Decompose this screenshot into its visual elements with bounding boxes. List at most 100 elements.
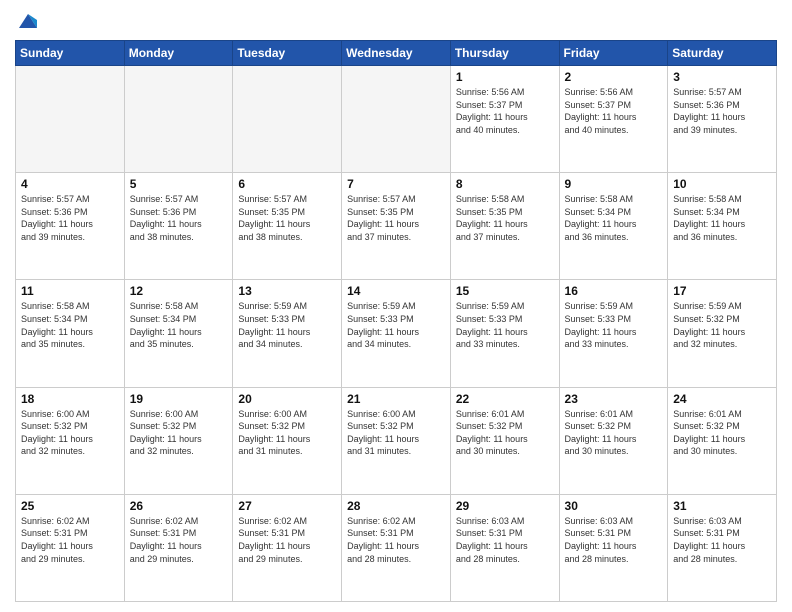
calendar-cell: 3 Sunrise: 5:57 AM Sunset: 5:36 PM Daylig…	[668, 66, 777, 173]
calendar-cell: 24 Sunrise: 6:01 AM Sunset: 5:32 PM Dayli…	[668, 387, 777, 494]
day-info: Sunrise: 6:00 AM Sunset: 5:32 PM Dayligh…	[130, 408, 228, 458]
day-info: Sunrise: 6:00 AM Sunset: 5:32 PM Dayligh…	[238, 408, 336, 458]
day-info: Sunrise: 6:03 AM Sunset: 5:31 PM Dayligh…	[565, 515, 663, 565]
day-info: Sunrise: 6:01 AM Sunset: 5:32 PM Dayligh…	[673, 408, 771, 458]
calendar-cell: 23 Sunrise: 6:01 AM Sunset: 5:32 PM Dayli…	[559, 387, 668, 494]
day-number: 10	[673, 177, 771, 191]
day-info: Sunrise: 6:02 AM Sunset: 5:31 PM Dayligh…	[238, 515, 336, 565]
calendar-week-1: 1 Sunrise: 5:56 AM Sunset: 5:37 PM Daylig…	[16, 66, 777, 173]
day-number: 27	[238, 499, 336, 513]
calendar-cell	[16, 66, 125, 173]
day-info: Sunrise: 5:58 AM Sunset: 5:34 PM Dayligh…	[21, 300, 119, 350]
day-number: 7	[347, 177, 445, 191]
day-info: Sunrise: 5:59 AM Sunset: 5:33 PM Dayligh…	[347, 300, 445, 350]
col-header-tuesday: Tuesday	[233, 41, 342, 66]
calendar-cell	[233, 66, 342, 173]
day-info: Sunrise: 5:57 AM Sunset: 5:35 PM Dayligh…	[347, 193, 445, 243]
col-header-saturday: Saturday	[668, 41, 777, 66]
calendar-cell: 9Sunrise: 5:58 AM Sunset: 5:34 PM Daylig…	[559, 173, 668, 280]
day-info: Sunrise: 5:59 AM Sunset: 5:33 PM Dayligh…	[565, 300, 663, 350]
day-number: 8	[456, 177, 554, 191]
calendar-cell: 5Sunrise: 5:57 AM Sunset: 5:36 PM Daylig…	[124, 173, 233, 280]
day-number: 23	[565, 392, 663, 406]
day-info: Sunrise: 6:01 AM Sunset: 5:32 PM Dayligh…	[565, 408, 663, 458]
day-number: 11	[21, 284, 119, 298]
day-info: Sunrise: 6:00 AM Sunset: 5:32 PM Dayligh…	[347, 408, 445, 458]
logo-icon	[17, 10, 39, 32]
calendar-cell: 20 Sunrise: 6:00 AM Sunset: 5:32 PM Dayli…	[233, 387, 342, 494]
calendar-cell	[124, 66, 233, 173]
day-number: 24	[673, 392, 771, 406]
header	[15, 10, 777, 32]
col-header-monday: Monday	[124, 41, 233, 66]
page: SundayMondayTuesdayWednesdayThursdayFrid…	[0, 0, 792, 612]
day-number: 6	[238, 177, 336, 191]
day-number: 30	[565, 499, 663, 513]
day-info: Sunrise: 5:59 AM Sunset: 5:33 PM Dayligh…	[238, 300, 336, 350]
calendar-cell: 16 Sunrise: 5:59 AM Sunset: 5:33 PM Dayli…	[559, 280, 668, 387]
day-info: Sunrise: 6:00 AM Sunset: 5:32 PM Dayligh…	[21, 408, 119, 458]
calendar-cell: 8 Sunrise: 5:58 AM Sunset: 5:35 PM Daylig…	[450, 173, 559, 280]
calendar-cell: 13 Sunrise: 5:59 AM Sunset: 5:33 PM Dayli…	[233, 280, 342, 387]
day-number: 20	[238, 392, 336, 406]
day-info: Sunrise: 6:02 AM Sunset: 5:31 PM Dayligh…	[130, 515, 228, 565]
calendar-week-4: 18 Sunrise: 6:00 AM Sunset: 5:32 PM Dayli…	[16, 387, 777, 494]
day-info: Sunrise: 6:02 AM Sunset: 5:31 PM Dayligh…	[21, 515, 119, 565]
day-number: 21	[347, 392, 445, 406]
calendar-week-3: 11 Sunrise: 5:58 AM Sunset: 5:34 PM Dayli…	[16, 280, 777, 387]
col-header-friday: Friday	[559, 41, 668, 66]
day-info: Sunrise: 5:58 AM Sunset: 5:34 PM Dayligh…	[130, 300, 228, 350]
calendar-cell: 26 Sunrise: 6:02 AM Sunset: 5:31 PM Dayli…	[124, 494, 233, 601]
day-info: Sunrise: 5:57 AM Sunset: 5:35 PM Dayligh…	[238, 193, 336, 243]
day-number: 3	[673, 70, 771, 84]
day-number: 15	[456, 284, 554, 298]
logo	[15, 10, 39, 32]
day-number: 16	[565, 284, 663, 298]
day-number: 1	[456, 70, 554, 84]
day-info: Sunrise: 5:58 AM Sunset: 5:34 PM Dayligh…	[565, 193, 663, 243]
col-header-sunday: Sunday	[16, 41, 125, 66]
day-info: Sunrise: 5:57 AM Sunset: 5:36 PM Dayligh…	[21, 193, 119, 243]
calendar-cell: 17Sunrise: 5:59 AM Sunset: 5:32 PM Dayli…	[668, 280, 777, 387]
day-number: 2	[565, 70, 663, 84]
calendar-cell: 19 Sunrise: 6:00 AM Sunset: 5:32 PM Dayli…	[124, 387, 233, 494]
calendar-cell: 31Sunrise: 6:03 AM Sunset: 5:31 PM Dayli…	[668, 494, 777, 601]
day-info: Sunrise: 5:58 AM Sunset: 5:34 PM Dayligh…	[673, 193, 771, 243]
calendar-header-row: SundayMondayTuesdayWednesdayThursdayFrid…	[16, 41, 777, 66]
calendar-cell: 18 Sunrise: 6:00 AM Sunset: 5:32 PM Dayli…	[16, 387, 125, 494]
calendar-cell: 14 Sunrise: 5:59 AM Sunset: 5:33 PM Dayli…	[342, 280, 451, 387]
calendar-cell: 4 Sunrise: 5:57 AM Sunset: 5:36 PM Daylig…	[16, 173, 125, 280]
day-number: 29	[456, 499, 554, 513]
day-number: 17	[673, 284, 771, 298]
calendar-table: SundayMondayTuesdayWednesdayThursdayFrid…	[15, 40, 777, 602]
calendar-cell: 10 Sunrise: 5:58 AM Sunset: 5:34 PM Dayli…	[668, 173, 777, 280]
day-number: 26	[130, 499, 228, 513]
calendar-week-2: 4 Sunrise: 5:57 AM Sunset: 5:36 PM Daylig…	[16, 173, 777, 280]
day-number: 22	[456, 392, 554, 406]
calendar-cell: 30 Sunrise: 6:03 AM Sunset: 5:31 PM Dayli…	[559, 494, 668, 601]
calendar-cell: 21 Sunrise: 6:00 AM Sunset: 5:32 PM Dayli…	[342, 387, 451, 494]
calendar-cell: 22Sunrise: 6:01 AM Sunset: 5:32 PM Dayli…	[450, 387, 559, 494]
day-info: Sunrise: 5:58 AM Sunset: 5:35 PM Dayligh…	[456, 193, 554, 243]
day-number: 14	[347, 284, 445, 298]
day-info: Sunrise: 5:56 AM Sunset: 5:37 PM Dayligh…	[456, 86, 554, 136]
day-number: 19	[130, 392, 228, 406]
day-info: Sunrise: 6:02 AM Sunset: 5:31 PM Dayligh…	[347, 515, 445, 565]
calendar-cell: 7 Sunrise: 5:57 AM Sunset: 5:35 PM Daylig…	[342, 173, 451, 280]
day-number: 5	[130, 177, 228, 191]
day-number: 25	[21, 499, 119, 513]
col-header-wednesday: Wednesday	[342, 41, 451, 66]
day-info: Sunrise: 6:03 AM Sunset: 5:31 PM Dayligh…	[673, 515, 771, 565]
calendar-cell: 1 Sunrise: 5:56 AM Sunset: 5:37 PM Daylig…	[450, 66, 559, 173]
calendar-cell: 2Sunrise: 5:56 AM Sunset: 5:37 PM Daylig…	[559, 66, 668, 173]
day-number: 4	[21, 177, 119, 191]
calendar-cell: 27 Sunrise: 6:02 AM Sunset: 5:31 PM Dayli…	[233, 494, 342, 601]
calendar-week-5: 25 Sunrise: 6:02 AM Sunset: 5:31 PM Dayli…	[16, 494, 777, 601]
day-info: Sunrise: 6:03 AM Sunset: 5:31 PM Dayligh…	[456, 515, 554, 565]
calendar-cell: 15Sunrise: 5:59 AM Sunset: 5:33 PM Dayli…	[450, 280, 559, 387]
day-info: Sunrise: 5:57 AM Sunset: 5:36 PM Dayligh…	[673, 86, 771, 136]
calendar-cell: 29 Sunrise: 6:03 AM Sunset: 5:31 PM Dayli…	[450, 494, 559, 601]
calendar-cell: 6 Sunrise: 5:57 AM Sunset: 5:35 PM Daylig…	[233, 173, 342, 280]
day-number: 13	[238, 284, 336, 298]
day-number: 18	[21, 392, 119, 406]
